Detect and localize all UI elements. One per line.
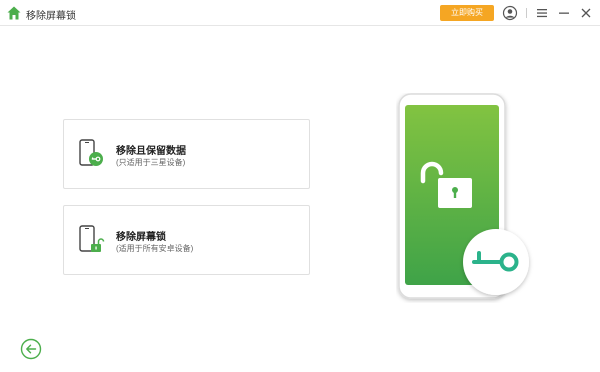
titlebar-divider: [526, 8, 527, 18]
option-keep-data[interactable]: 移除且保留数据 (只适用于三星设备): [63, 119, 310, 189]
account-icon[interactable]: [502, 5, 518, 21]
key-badge-icon: [463, 229, 529, 295]
title-bar: 移除屏幕锁 立即购买: [0, 0, 600, 26]
option-title: 移除且保留数据: [116, 146, 186, 157]
option-subtitle: (只适用于三星设备): [116, 158, 186, 167]
minimize-icon[interactable]: [556, 5, 572, 21]
phone-unlock-illustration: [396, 93, 536, 303]
app-title: 移除屏幕锁: [26, 11, 76, 22]
phone-unlock-icon: [77, 225, 105, 255]
buy-now-button[interactable]: 立即购买: [440, 5, 494, 21]
back-arrow-icon[interactable]: [20, 338, 42, 360]
option-subtitle: (适用于所有安卓设备): [116, 244, 194, 253]
option-title: 移除屏幕锁: [116, 232, 166, 243]
option-remove-screen-lock[interactable]: 移除屏幕锁 (适用于所有安卓设备): [63, 205, 310, 275]
phone-key-icon: [77, 139, 105, 169]
close-icon[interactable]: [578, 5, 594, 21]
menu-icon[interactable]: [534, 5, 550, 21]
home-icon[interactable]: [6, 5, 22, 21]
